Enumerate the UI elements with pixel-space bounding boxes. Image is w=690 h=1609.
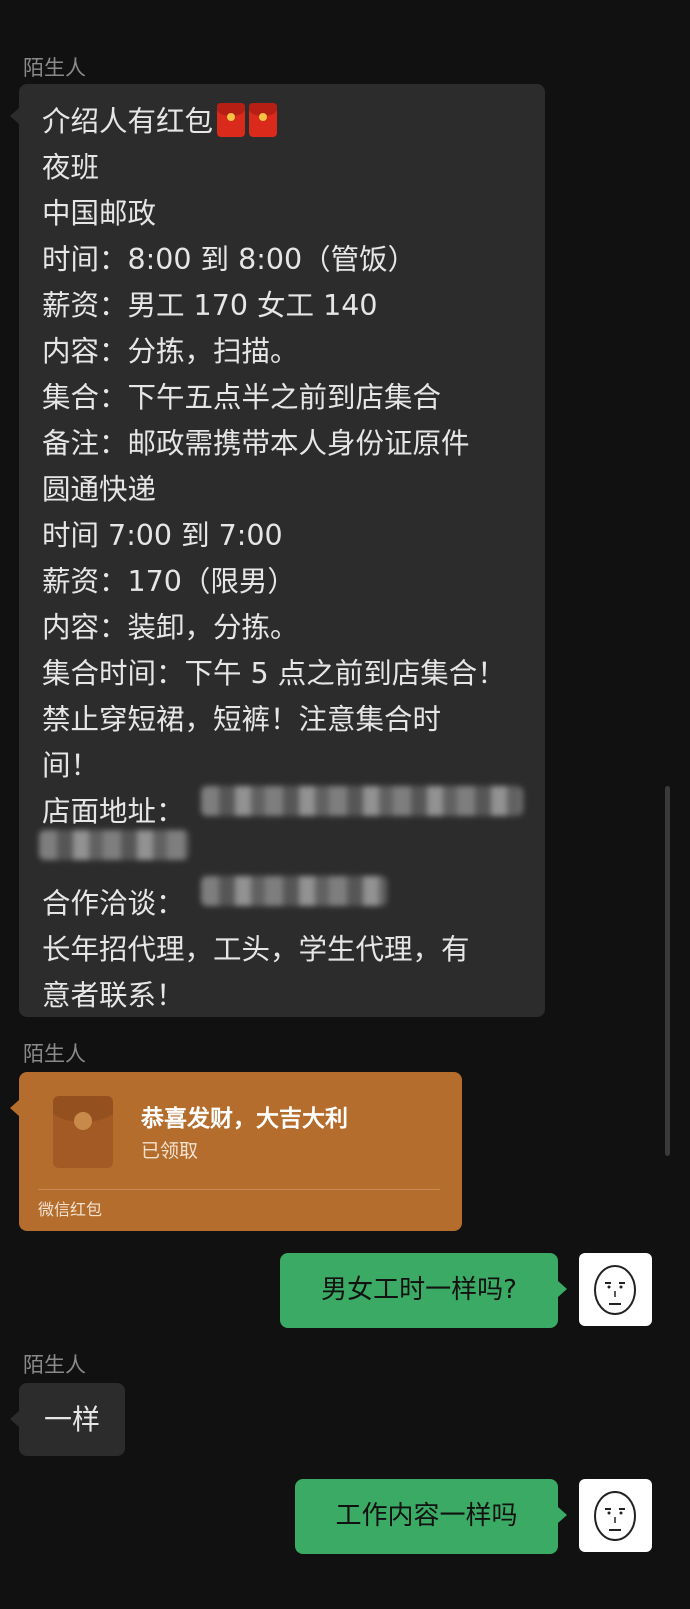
message-line: 时间 7:00 到 7:00 xyxy=(42,519,283,552)
job-posting-message-bubble[interactable]: 介绍人有红包 夜班 中国邮政 时间：8:00 到 8:00（管饭） 薪资：男工 … xyxy=(10,84,545,1017)
message-line: 中国邮政 xyxy=(42,197,157,230)
message-line: 夜班 xyxy=(42,151,100,184)
message-line: 薪资：170（限男） xyxy=(42,565,296,598)
message-line: 集合时间：下午 5 点之前到店集合！ xyxy=(42,657,506,690)
face-avatar-icon[interactable] xyxy=(579,1253,652,1326)
redacted-address-continued xyxy=(39,830,189,860)
red-packet-status: 已领取 xyxy=(141,1140,199,1162)
message-line: 介绍人有红包 xyxy=(42,99,506,145)
face-avatar-icon[interactable] xyxy=(579,1479,652,1552)
red-packet-seal xyxy=(74,1112,92,1130)
message-line: 备注：邮政需携带本人身份证原件 xyxy=(42,427,470,460)
sender-name: 陌生人 xyxy=(23,56,86,80)
face-avatar-drawing xyxy=(594,1491,636,1541)
outgoing-message-bubble[interactable]: 男女工时一样吗? xyxy=(280,1253,567,1328)
message-line: 意者联系！ xyxy=(42,979,185,1012)
sender-name: 陌生人 xyxy=(23,1353,86,1377)
message-line: 内容：分拣，扫描。 xyxy=(42,335,299,368)
outgoing-message-bubble[interactable]: 工作内容一样吗 xyxy=(295,1479,567,1554)
red-packet-card[interactable]: 恭喜发财，大吉大利 已领取 微信红包 xyxy=(10,1072,462,1231)
message-line: 长年招代理，工头，学生代理，有 xyxy=(42,933,470,966)
message-line: 集合：下午五点半之前到店集合 xyxy=(42,381,442,414)
red-envelope-icon xyxy=(249,103,278,137)
sender-name: 陌生人 xyxy=(23,1042,86,1066)
message-line: 间！ xyxy=(42,749,100,782)
incoming-message-bubble[interactable]: 一样 xyxy=(10,1383,125,1456)
redacted-contact xyxy=(201,876,387,906)
message-line: 圆通快递 xyxy=(42,473,157,506)
red-packet-title: 恭喜发财，大吉大利 xyxy=(141,1106,348,1132)
scrollbar[interactable] xyxy=(665,786,670,1156)
message-line: 时间：8:00 到 8:00（管饭） xyxy=(42,243,417,276)
redacted-address xyxy=(201,786,523,816)
divider xyxy=(38,1189,440,1190)
red-packet-icon xyxy=(53,1096,113,1168)
red-packet-footer: 微信红包 xyxy=(38,1200,103,1219)
red-envelope-icon xyxy=(217,103,246,137)
message-line: 薪资：男工 170 女工 140 xyxy=(42,289,378,322)
message-line: 禁止穿短裙，短裤！注意集合时 xyxy=(42,703,442,736)
face-avatar-drawing xyxy=(594,1265,636,1315)
message-line: 内容：装卸，分拣。 xyxy=(42,611,299,644)
